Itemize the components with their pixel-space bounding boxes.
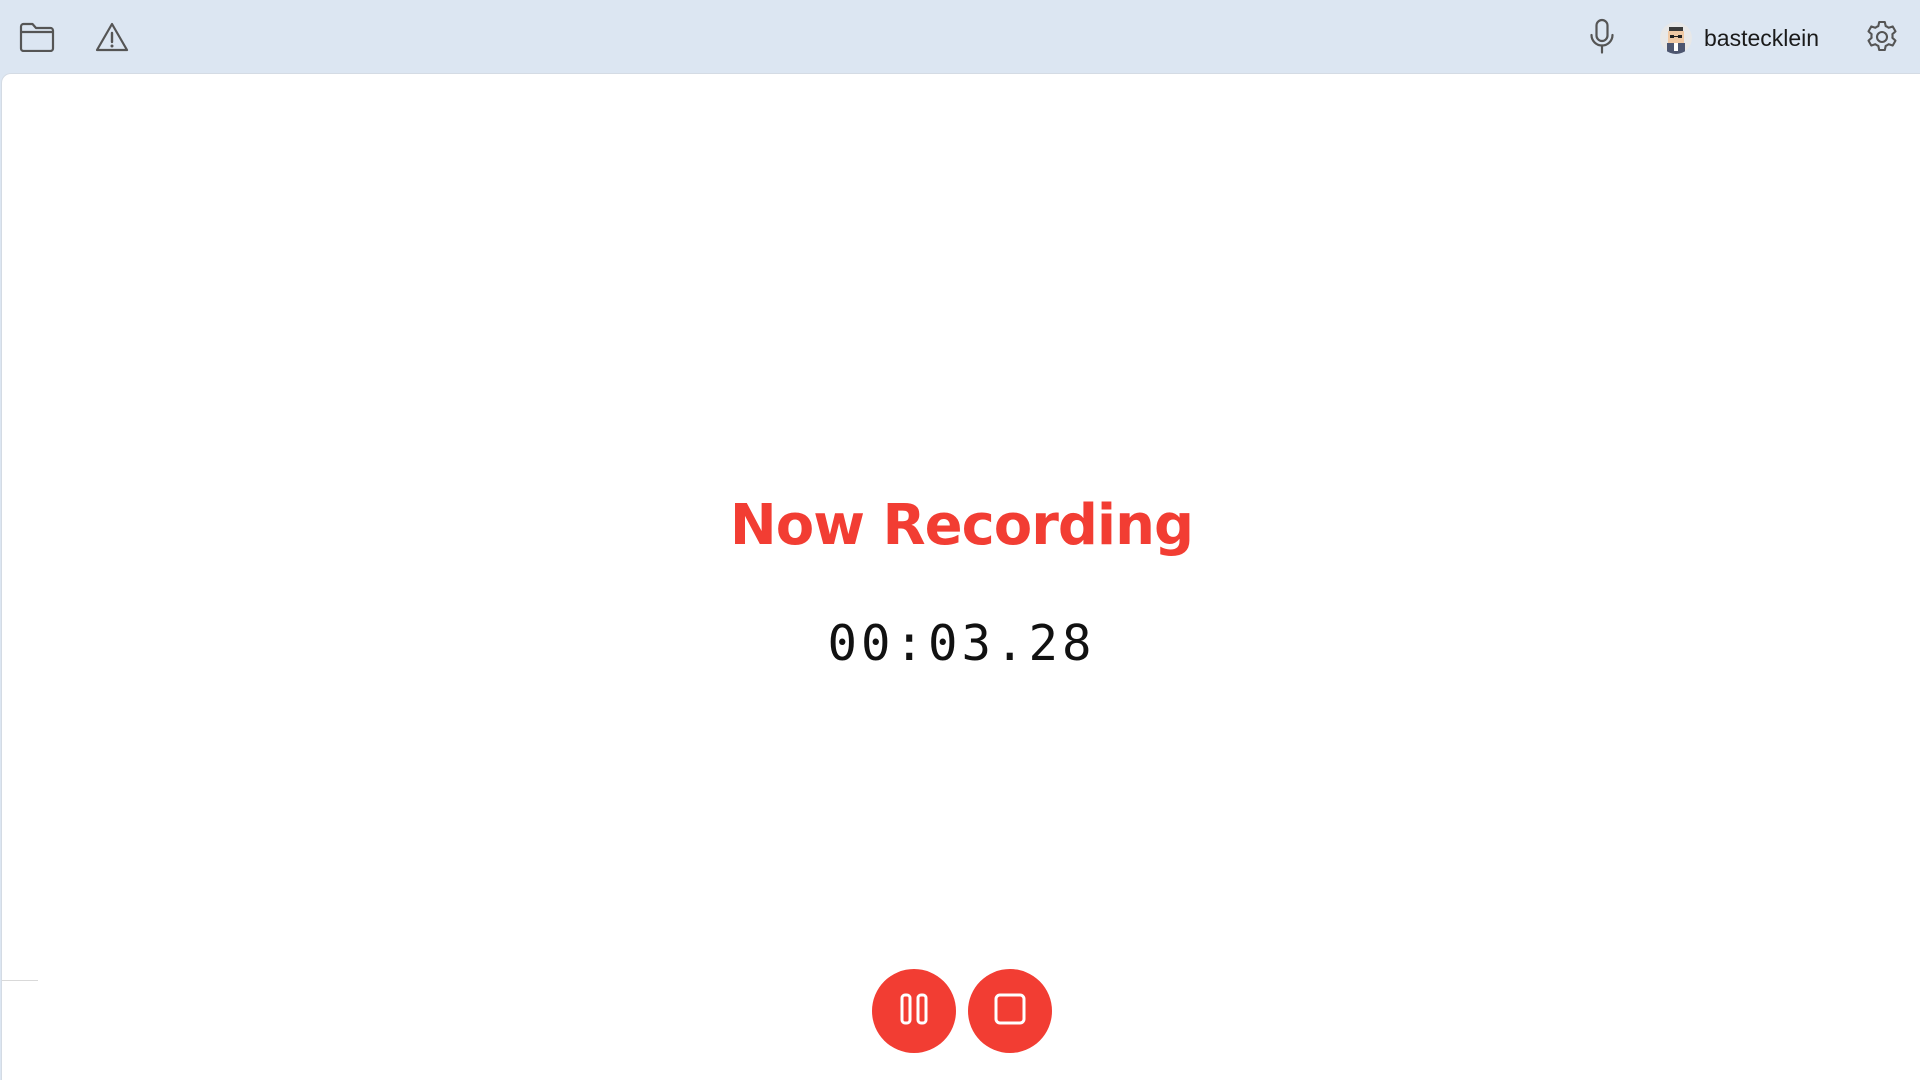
warning-icon	[95, 21, 129, 53]
warning-button[interactable]	[92, 17, 132, 57]
folder-icon	[19, 22, 55, 52]
top-toolbar: bastecklein	[0, 0, 1920, 73]
elapsed-timer: 00:03.28	[827, 615, 1096, 672]
folder-button[interactable]	[17, 17, 57, 57]
pause-button[interactable]	[872, 969, 956, 1053]
stop-icon	[992, 991, 1028, 1032]
recording-status-title: Now Recording	[729, 493, 1194, 558]
microphone-button[interactable]	[1582, 17, 1622, 57]
gear-icon	[1864, 19, 1900, 55]
avatar	[1660, 22, 1692, 54]
recording-panel: Now Recording 00:03.28	[1, 73, 1920, 1080]
username: bastecklein	[1704, 24, 1820, 51]
settings-button[interactable]	[1862, 17, 1902, 57]
microphone-icon	[1588, 18, 1616, 56]
pause-icon	[896, 991, 932, 1032]
stop-button[interactable]	[968, 969, 1052, 1053]
user-account[interactable]: bastecklein	[1660, 20, 1819, 56]
divider	[2, 980, 38, 981]
